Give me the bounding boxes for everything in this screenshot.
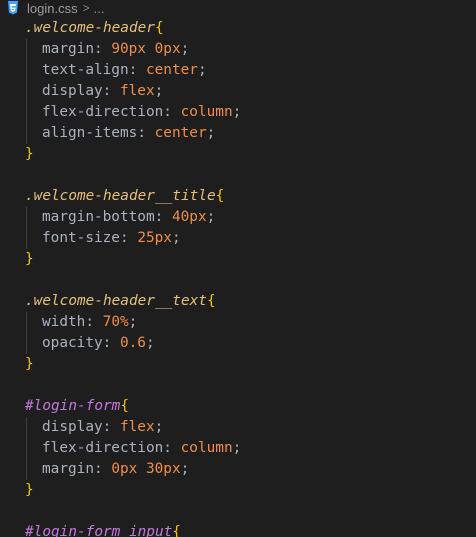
css-value: column bbox=[180, 104, 233, 120]
css3-file-icon bbox=[6, 1, 20, 15]
css-property: margin-bottom bbox=[42, 209, 155, 225]
code-line[interactable]: margin: 90px 0px; bbox=[25, 39, 189, 60]
css-property: width bbox=[42, 314, 86, 330]
selector-name: welcome-header__title bbox=[33, 188, 216, 204]
code-line[interactable]: flex-direction: column; bbox=[25, 438, 241, 459]
code-line[interactable]: #login-form{ bbox=[25, 396, 129, 417]
code-line[interactable]: margin-bottom: 40px; bbox=[25, 207, 215, 228]
code-line[interactable]: font-size: 25px; bbox=[25, 228, 181, 249]
css-value: center bbox=[154, 125, 207, 141]
semicolon: ; bbox=[171, 230, 181, 246]
colon: : bbox=[163, 440, 181, 456]
code-line[interactable]: } bbox=[25, 480, 34, 501]
semicolon: ; bbox=[180, 41, 190, 57]
open-brace: { bbox=[154, 20, 164, 36]
code-line[interactable]: } bbox=[25, 249, 34, 270]
semicolon: ; bbox=[232, 440, 242, 456]
colon: : bbox=[102, 335, 120, 351]
css-value: flex bbox=[119, 419, 155, 435]
colon: : bbox=[102, 83, 120, 99]
code-line[interactable]: align-items: center; bbox=[25, 123, 215, 144]
colon: : bbox=[93, 41, 112, 57]
open-brace: { bbox=[215, 188, 225, 204]
css-property: text-align bbox=[42, 62, 129, 78]
css-property: margin bbox=[42, 41, 94, 57]
semicolon: ; bbox=[180, 461, 190, 477]
semicolon: ; bbox=[206, 125, 216, 141]
semicolon: ; bbox=[197, 62, 207, 78]
code-line[interactable]: margin: 0px 30px; bbox=[25, 459, 189, 480]
css-property: align-items bbox=[42, 125, 138, 141]
selector-name: welcome-header bbox=[33, 20, 155, 36]
code-line[interactable]: text-align: center; bbox=[25, 60, 207, 81]
semicolon: ; bbox=[128, 314, 138, 330]
indent-guide bbox=[26, 312, 27, 354]
close-brace: } bbox=[25, 356, 34, 372]
colon: : bbox=[128, 62, 146, 78]
code-line[interactable]: .welcome-header{ bbox=[25, 18, 164, 39]
indent-guide bbox=[26, 39, 27, 144]
open-brace: { bbox=[172, 524, 181, 537]
css-value: 25px bbox=[137, 230, 172, 246]
css-value: 90px 0px bbox=[111, 41, 181, 57]
colon: : bbox=[93, 461, 112, 477]
css-value: center bbox=[145, 62, 198, 78]
breadcrumb-separator: > bbox=[82, 1, 90, 15]
code-line[interactable]: display: flex; bbox=[25, 417, 163, 438]
code-line[interactable]: .welcome-header__text{ bbox=[25, 291, 216, 312]
css-value: 70% bbox=[102, 314, 129, 330]
selector-prefix: # bbox=[25, 524, 34, 537]
code-line[interactable]: .welcome-header__title{ bbox=[25, 186, 224, 207]
breadcrumb-more[interactable]: ... bbox=[94, 1, 105, 16]
css-property: display bbox=[42, 83, 103, 99]
close-brace: } bbox=[25, 251, 34, 267]
code-line[interactable]: #login-form input{ bbox=[25, 522, 181, 537]
close-brace: } bbox=[25, 482, 34, 498]
semicolon: ; bbox=[232, 104, 242, 120]
css-value: flex bbox=[119, 83, 155, 99]
colon: : bbox=[137, 125, 155, 141]
css-value: column bbox=[180, 440, 233, 456]
selector-name: welcome-header__text bbox=[33, 293, 207, 309]
indent-guide bbox=[26, 417, 27, 480]
css-property: opacity bbox=[42, 335, 103, 351]
selector-name: login-form input bbox=[33, 524, 173, 537]
css-value: 0px 30px bbox=[111, 461, 181, 477]
selector-prefix: . bbox=[25, 188, 34, 204]
code-line[interactable]: display: flex; bbox=[25, 81, 163, 102]
open-brace: { bbox=[120, 398, 129, 414]
code-line[interactable]: } bbox=[25, 144, 34, 165]
breadcrumb-file-name[interactable]: login.css bbox=[27, 1, 78, 16]
code-line[interactable]: } bbox=[25, 354, 34, 375]
code-line[interactable]: width: 70%; bbox=[25, 312, 137, 333]
colon: : bbox=[163, 104, 181, 120]
css-property: margin bbox=[42, 461, 94, 477]
open-brace: { bbox=[206, 293, 216, 309]
code-line[interactable]: opacity: 0.6; bbox=[25, 333, 155, 354]
css-value: 0.6 bbox=[119, 335, 146, 351]
indent-guide bbox=[26, 207, 27, 249]
selector-prefix: # bbox=[25, 398, 34, 414]
colon: : bbox=[119, 230, 138, 246]
colon: : bbox=[154, 209, 172, 225]
selector-prefix: . bbox=[25, 20, 34, 36]
colon: : bbox=[85, 314, 103, 330]
css-property: font-size bbox=[42, 230, 120, 246]
code-editor[interactable]: .welcome-header{margin: 90px 0px; text-al… bbox=[0, 18, 476, 537]
colon: : bbox=[102, 419, 120, 435]
close-brace: } bbox=[25, 146, 34, 162]
selector-name: login-form bbox=[33, 398, 121, 414]
semicolon: ; bbox=[154, 419, 164, 435]
css-property: display bbox=[42, 419, 103, 435]
css-value: 40px bbox=[171, 209, 207, 225]
css-property: flex-direction bbox=[42, 440, 164, 456]
css-property: flex-direction bbox=[42, 104, 164, 120]
breadcrumb: login.css > ... bbox=[0, 0, 476, 16]
semicolon: ; bbox=[206, 209, 216, 225]
semicolon: ; bbox=[154, 83, 164, 99]
selector-prefix: . bbox=[25, 293, 34, 309]
semicolon: ; bbox=[145, 335, 155, 351]
code-line[interactable]: flex-direction: column; bbox=[25, 102, 241, 123]
